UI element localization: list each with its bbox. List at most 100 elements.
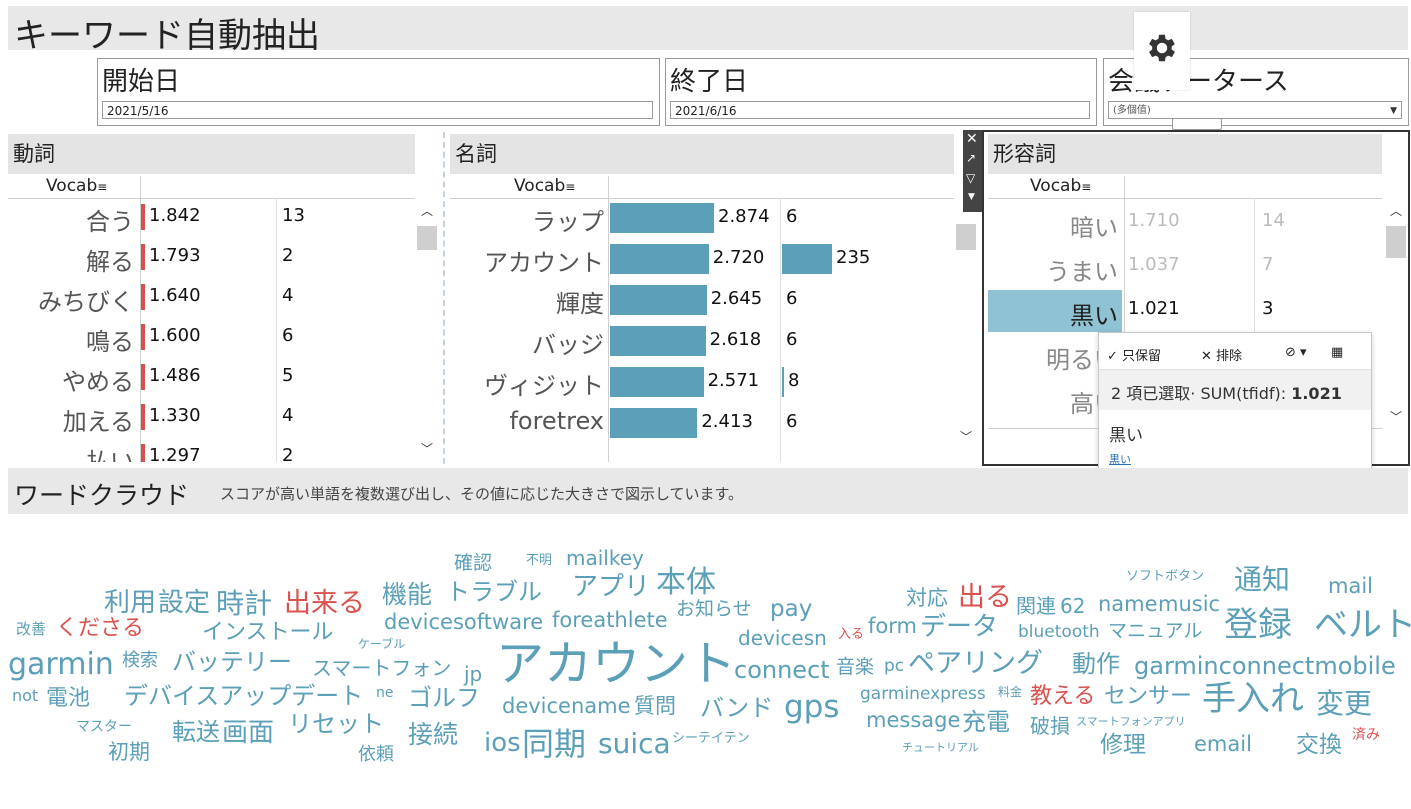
dropdown-arrow-icon[interactable]: ▼ (1390, 102, 1397, 120)
table-row[interactable]: 黒い 1.021 3 (988, 288, 1382, 332)
adjectives-scrollbar[interactable]: ︿ ﹀ (1384, 202, 1406, 432)
wordcloud-word[interactable]: リセット (288, 712, 384, 736)
end-date-input[interactable]: 2021/6/16 (670, 101, 1090, 119)
table-row[interactable]: みちびく 1.640 4 (8, 280, 415, 320)
wordcloud-word[interactable]: 入る (838, 628, 864, 641)
wordcloud-word[interactable]: 転送 (172, 720, 220, 744)
wordcloud-word[interactable]: 出来る (284, 590, 365, 617)
vocab-header[interactable]: Vocab≡ (1030, 176, 1091, 196)
vocab-header[interactable]: Vocab≡ (46, 176, 107, 196)
wordcloud-word[interactable]: garminconnectmobile (1134, 654, 1396, 678)
wordcloud-word[interactable]: 依頼 (358, 746, 394, 764)
wordcloud-word[interactable]: 同期 (522, 728, 586, 760)
wordcloud-word[interactable]: マスター (76, 720, 132, 734)
wordcloud-word[interactable]: スマートフォン (312, 658, 451, 678)
scroll-thumb[interactable] (956, 224, 976, 250)
wordcloud-word[interactable]: 登録 (1224, 608, 1292, 642)
wordcloud-word[interactable]: 済み (1352, 728, 1380, 742)
wordcloud-word[interactable]: 修理 (1100, 734, 1146, 757)
sort-icon[interactable]: ≡ (565, 180, 575, 194)
wordcloud-word[interactable]: バッテリー (172, 650, 292, 674)
wordcloud-word[interactable]: 接続 (408, 722, 458, 747)
wordcloud-word[interactable]: garmin (8, 650, 114, 680)
table-row[interactable]: 合う 1.842 13 (8, 200, 415, 240)
wordcloud-word[interactable]: 変更 (1316, 690, 1372, 718)
table-row[interactable]: foretrex 2.413 6 (450, 405, 954, 446)
wordcloud-word[interactable]: データ (920, 614, 998, 640)
wordcloud-word[interactable]: 画面 (222, 720, 274, 746)
wordcloud-word[interactable]: 音楽 (836, 658, 874, 677)
wordcloud-word[interactable]: 不明 (526, 554, 552, 567)
start-date-input[interactable]: 2021/5/16 (102, 101, 653, 119)
wordcloud-word[interactable]: bluetooth (1018, 624, 1100, 641)
wordcloud-word[interactable]: 電池 (46, 688, 90, 710)
wordcloud-word[interactable]: 確認 (454, 554, 492, 573)
wordcloud-word[interactable]: 質問 (634, 696, 676, 717)
view-data-icon[interactable]: ▦ (1331, 345, 1343, 360)
scroll-down-icon[interactable]: ﹀ (421, 440, 433, 457)
wordcloud-word[interactable]: 教える (1030, 686, 1095, 708)
wordcloud-word[interactable]: マニュアル (1108, 622, 1202, 641)
table-row[interactable]: バッジ 2.618 6 (450, 323, 954, 364)
wordcloud-word[interactable]: music (1158, 594, 1220, 615)
wordcloud-word[interactable]: ios (484, 730, 521, 756)
scroll-thumb[interactable] (1386, 226, 1406, 258)
table-row[interactable]: やめる 1.486 5 (8, 360, 415, 400)
scroll-down-icon[interactable]: ﹀ (1390, 408, 1402, 425)
wordcloud-word[interactable]: スマートフォンアプリ (1076, 716, 1186, 727)
wordcloud-word[interactable]: 動作 (1072, 652, 1120, 676)
table-row[interactable]: 暗い 1.710 14 (988, 200, 1382, 244)
wordcloud-word[interactable]: センサー (1104, 686, 1192, 708)
sort-icon[interactable]: ≡ (97, 180, 107, 194)
wordcloud-word[interactable]: gps (784, 692, 840, 723)
wordcloud-word[interactable]: 充電 (962, 710, 1010, 734)
filter-icon[interactable]: ▽ (966, 171, 975, 185)
exclude-button[interactable]: ✕ 排除 (1201, 345, 1242, 364)
wordcloud-word[interactable]: pc (884, 658, 904, 675)
wordcloud-word[interactable]: 設定 (158, 590, 210, 616)
wordcloud-word[interactable]: 破損 (1030, 716, 1070, 736)
keep-only-button[interactable]: ✓ 只保留 (1107, 345, 1161, 364)
wordcloud-word[interactable]: garminexpress (860, 686, 986, 703)
gear-icon[interactable] (1144, 30, 1180, 66)
wordcloud-word[interactable]: not (12, 688, 38, 704)
wordcloud-word[interactable]: ゴルフ (408, 686, 480, 710)
wordcloud-word[interactable]: アプリ (572, 574, 650, 600)
table-row[interactable]: 加える 1.330 4 (8, 400, 415, 440)
wordcloud-word[interactable]: 検索 (122, 652, 158, 670)
wordcloud-word[interactable]: mail (1328, 576, 1373, 597)
wordcloud-word[interactable]: チュートリアル (902, 742, 979, 753)
wordcloud-word[interactable]: 機能 (382, 582, 432, 607)
scroll-up-icon[interactable]: ︿ (421, 202, 433, 219)
table-row[interactable]: ヴィジット 2.571 8 (450, 364, 954, 405)
wordcloud-word[interactable]: バンド (700, 696, 773, 720)
table-row[interactable]: 鳴る 1.600 6 (8, 320, 415, 360)
wordcloud-word[interactable]: 利用 (104, 590, 156, 616)
wordcloud-word[interactable]: suica (598, 730, 671, 758)
wordcloud-word[interactable]: devicename (502, 696, 631, 717)
scroll-up-icon[interactable]: ︿ (1390, 202, 1402, 219)
wordcloud-word[interactable]: name (1098, 594, 1158, 615)
group-icon[interactable]: ⊘ ▾ (1285, 345, 1307, 360)
table-row[interactable]: ラップ 2.874 6 (450, 200, 954, 241)
wordcloud-word[interactable]: デバイスアップデート (124, 684, 363, 708)
nouns-scrollbar[interactable]: ﹀ (954, 200, 976, 462)
resize-handle[interactable] (1172, 118, 1222, 130)
wordcloud-word[interactable]: ケーブル (358, 638, 405, 650)
wordcloud-word[interactable]: シーテイテン (672, 732, 750, 745)
open-icon[interactable]: ↗ (966, 151, 976, 165)
more-icon[interactable]: ▼ (968, 192, 975, 202)
wordcloud-word[interactable]: 交換 (1296, 734, 1342, 757)
wordcloud-word[interactable]: お知らせ (676, 600, 752, 619)
table-row[interactable]: アカウント 2.720 235 (450, 241, 954, 282)
wordcloud-word[interactable]: 改善 (16, 622, 46, 637)
table-row[interactable]: うまい 1.037 7 (988, 244, 1382, 288)
sort-icon[interactable]: ≡ (1081, 180, 1091, 194)
wordcloud-word[interactable]: インストール (202, 622, 334, 644)
wordcloud-word[interactable]: ソフトボタン (1126, 570, 1204, 583)
tooltip-link[interactable]: 黒い (1109, 451, 1131, 467)
wordcloud-word[interactable]: message (866, 710, 960, 731)
table-row[interactable]: 輝度 2.645 6 (450, 282, 954, 323)
wordcloud-word[interactable]: 手入れ (1202, 682, 1304, 716)
source-select[interactable]: (多個值) ▼ (1108, 101, 1402, 119)
